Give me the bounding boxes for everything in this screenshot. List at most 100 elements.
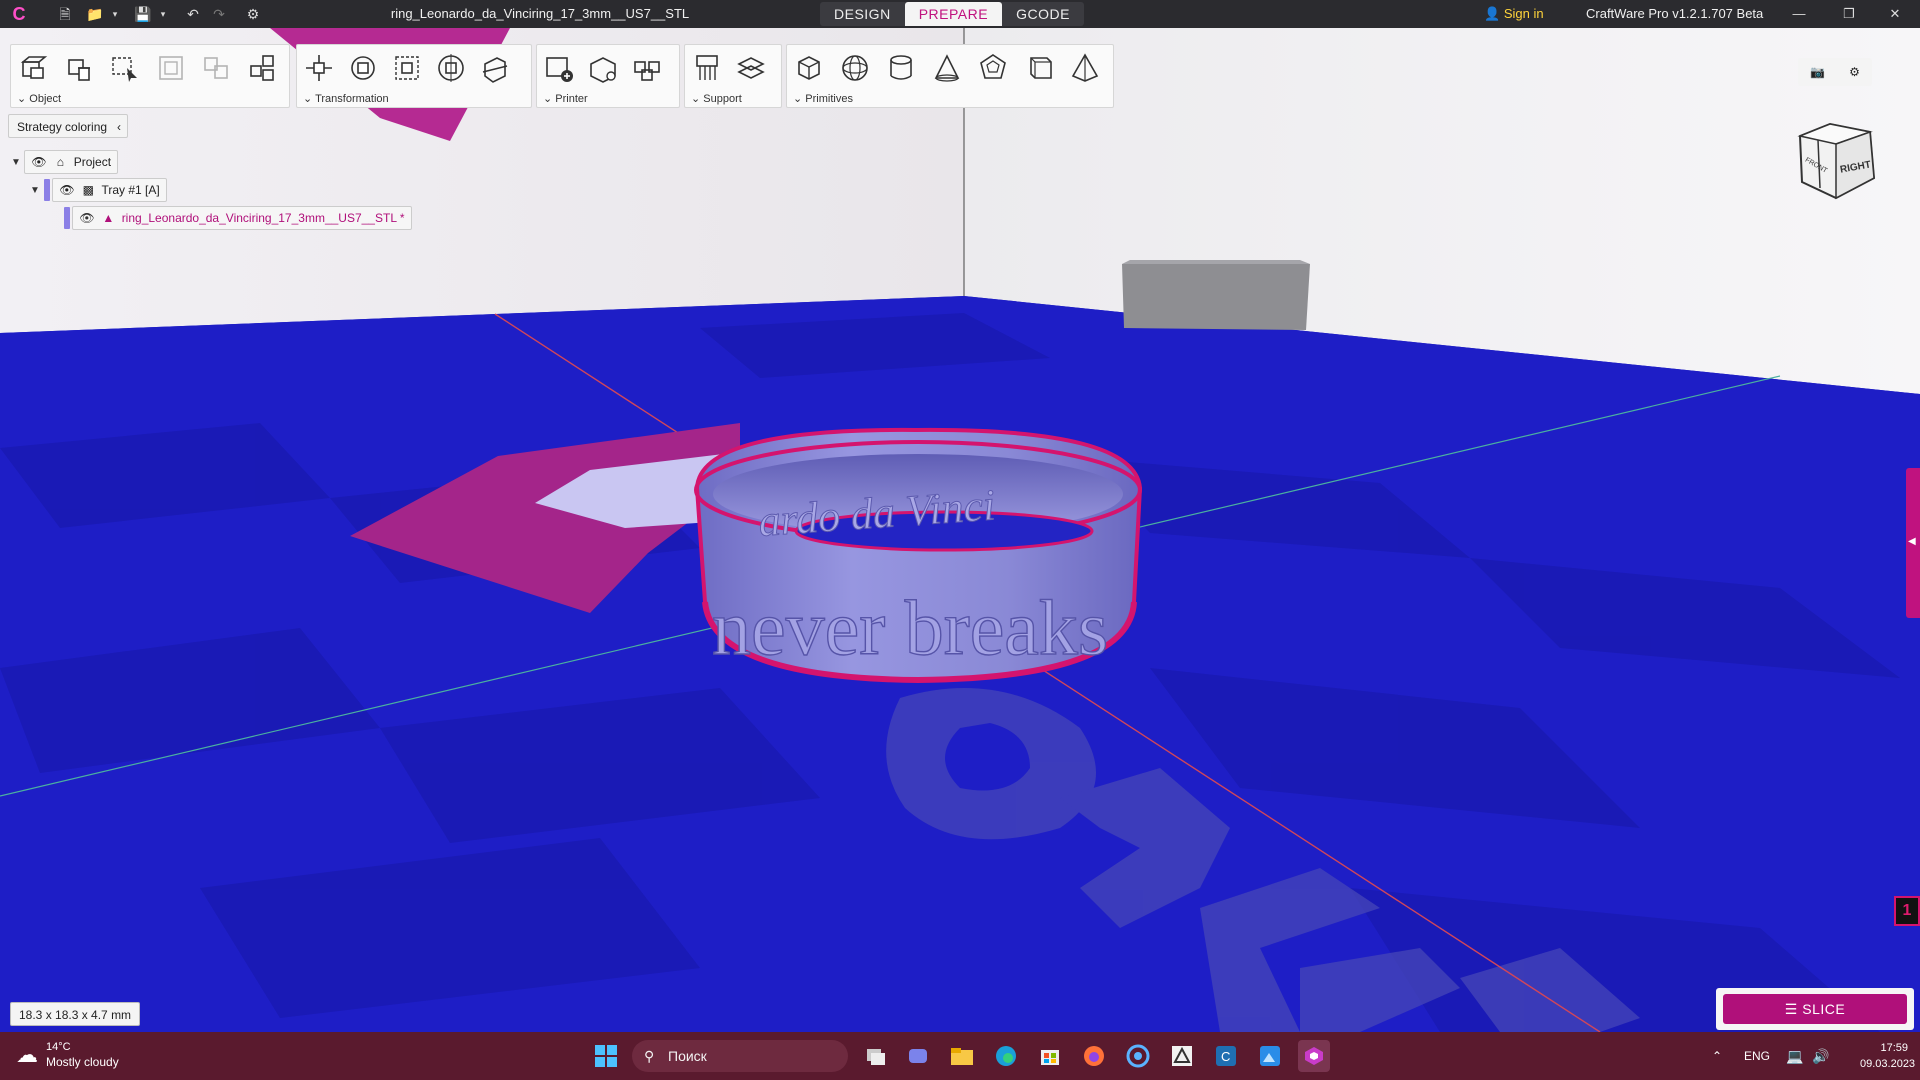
right-panel-toggle[interactable]: ◀ <box>1906 468 1920 618</box>
slice-button[interactable]: ☰ SLICE <box>1723 994 1907 1024</box>
view-options-bar: 📷 ⚙ <box>1798 58 1872 86</box>
rotate-icon[interactable] <box>345 51 381 85</box>
craftware-taskbar-icon[interactable]: C <box>1210 1040 1242 1072</box>
cone-icon[interactable] <box>929 51 965 85</box>
file-explorer-icon[interactable] <box>946 1040 978 1072</box>
screenshot-icon[interactable]: 📷 <box>1810 65 1825 79</box>
move-icon[interactable] <box>301 51 337 85</box>
eye-icon[interactable]: 👁 <box>31 151 47 173</box>
new-file-icon[interactable]: 🗎 <box>54 4 76 24</box>
open-folder-icon[interactable]: 📁 <box>84 4 106 24</box>
clock-date: 09.03.2023 <box>1860 1058 1916 1070</box>
slice-panel: ☰ SLICE <box>1716 988 1914 1030</box>
toolgroup-label[interactable]: ⌄ Support <box>691 92 742 105</box>
save-icon[interactable]: 💾 <box>132 4 154 24</box>
redo-icon[interactable]: ↷ <box>208 4 230 24</box>
tree-item-tray[interactable]: 👁 ▩ Tray #1 [A] <box>52 178 167 202</box>
toolgroup-label[interactable]: ⌄ Printer <box>543 92 588 105</box>
settings-gear-icon[interactable]: ⚙ <box>242 4 264 24</box>
tree-item-project[interactable]: 👁 ⌂ Project <box>24 150 119 174</box>
weather-condition: Mostly cloudy <box>46 1055 119 1069</box>
search-icon: ⚲ <box>644 1048 655 1064</box>
auto-support-icon[interactable] <box>689 51 725 85</box>
3d-viewport[interactable]: ardo da Vinci never breaks 📷 ⚙ FRONT RIG… <box>0 28 1920 1032</box>
tree-item-object[interactable]: 👁 ▲ ring_Leonardo_da_Vinciring_17_3mm__U… <box>72 206 412 230</box>
tab-prepare[interactable]: PREPARE <box>904 2 1003 26</box>
weather-temperature: 14°C <box>46 1041 71 1053</box>
tab-gcode[interactable]: GCODE <box>1002 2 1084 26</box>
add-object-icon[interactable] <box>15 51 51 85</box>
eye-icon[interactable]: 👁 <box>59 179 75 201</box>
tab-design[interactable]: DESIGN <box>820 2 905 26</box>
ring-model[interactable]: ardo da Vinci never breaks <box>694 427 1143 684</box>
taskbar-search[interactable]: ⚲ Поиск <box>632 1040 848 1072</box>
chrome-like-icon[interactable] <box>1122 1040 1154 1072</box>
cloud-icon: ☁ <box>16 1042 38 1067</box>
tray-overflow-chevron-icon[interactable]: ⌃ <box>1712 1032 1722 1080</box>
eye-icon[interactable]: 👁 <box>79 207 95 229</box>
toolgroup-label[interactable]: ⌄ Primitives <box>793 92 853 105</box>
add-printer-icon[interactable] <box>541 51 577 85</box>
teams-chat-icon[interactable] <box>902 1040 934 1072</box>
toolgroup-label[interactable]: ⌄ Transformation <box>303 92 389 105</box>
cube-icon[interactable] <box>791 51 827 85</box>
mirror-icon[interactable] <box>433 51 469 85</box>
minimize-button[interactable]: — <box>1776 0 1822 28</box>
layer-indicator[interactable]: 1 <box>1894 896 1920 926</box>
multi-printer-icon[interactable] <box>629 51 665 85</box>
close-button[interactable]: ✕ <box>1872 0 1918 28</box>
craftware-pro-active-icon[interactable] <box>1298 1040 1330 1072</box>
firefox-icon[interactable] <box>1078 1040 1110 1072</box>
edge-browser-icon[interactable] <box>990 1040 1022 1072</box>
tree-collapse-tray[interactable]: ▼ <box>30 185 42 197</box>
toolgroup-primitives: ⌄ Primitives <box>786 44 1114 108</box>
prism-icon[interactable] <box>1021 51 1057 85</box>
printer-settings-icon[interactable] <box>585 51 621 85</box>
network-icon[interactable]: 💻 <box>1786 1032 1803 1080</box>
pyramid-icon[interactable] <box>1067 51 1103 85</box>
undo-icon[interactable]: ↶ <box>182 4 204 24</box>
layers-icon: ☰ <box>1784 1001 1798 1017</box>
scale-icon[interactable] <box>389 51 425 85</box>
view-settings-icon[interactable]: ⚙ <box>1849 65 1860 79</box>
tray-color-bar <box>44 179 50 201</box>
task-view-icon[interactable] <box>860 1040 892 1072</box>
weather-widget[interactable]: ☁ 14°C Mostly cloudy <box>16 1040 119 1070</box>
clock-time: 17:59 <box>1880 1042 1908 1054</box>
sign-in-link[interactable]: 👤 Sign in <box>1484 0 1544 28</box>
system-clock[interactable]: 17:59 09.03.2023 <box>1860 1040 1916 1072</box>
object-cube-icon: ▲ <box>102 211 115 225</box>
delete-object-icon[interactable] <box>61 51 97 85</box>
view-cube[interactable]: FRONT RIGHT <box>1790 118 1880 204</box>
cylinder-icon[interactable] <box>883 51 919 85</box>
object-dimensions: 18.3 x 18.3 x 4.7 mm <box>10 1002 141 1026</box>
select-icon[interactable] <box>107 51 143 85</box>
start-windows-icon[interactable] <box>590 1040 622 1072</box>
cut-icon[interactable] <box>477 51 513 85</box>
toolgroup-transformation: ⌄ Transformation <box>296 44 532 108</box>
volume-icon[interactable]: 🔊 <box>1812 1032 1829 1080</box>
sphere-icon[interactable] <box>837 51 873 85</box>
ring-outer-engraving: never breaks <box>712 584 1108 671</box>
toolgroup-label[interactable]: ⌄ Object <box>17 92 61 105</box>
store-icon[interactable] <box>1034 1040 1066 1072</box>
toolgroup-printer: ⌄ Printer <box>536 44 680 108</box>
manual-support-icon[interactable] <box>733 51 769 85</box>
object-color-bar <box>64 207 70 229</box>
restore-button[interactable]: ❐ <box>1826 0 1872 28</box>
app-icon-blender[interactable] <box>1166 1040 1198 1072</box>
photos-app-icon[interactable] <box>1254 1040 1286 1072</box>
input-language[interactable]: ENG <box>1744 1032 1770 1080</box>
arrange-icon[interactable] <box>245 51 281 85</box>
dodecahedron-icon[interactable] <box>975 51 1011 85</box>
chevron-left-icon: ‹ <box>117 120 122 134</box>
strategy-coloring-dropdown[interactable]: Strategy coloring ‹ <box>8 114 129 138</box>
duplicate-icon[interactable] <box>199 51 235 85</box>
frame-icon[interactable] <box>153 51 189 85</box>
svg-text:C: C <box>1221 1049 1230 1064</box>
open-dropdown-icon[interactable]: ▾ <box>108 4 122 24</box>
app-version: CraftWare Pro v1.2.1.707 Beta <box>1586 6 1764 21</box>
save-dropdown-icon[interactable]: ▾ <box>156 4 170 24</box>
app-logo-icon: C <box>12 4 26 24</box>
tree-collapse-project[interactable]: ▼ <box>11 157 23 169</box>
